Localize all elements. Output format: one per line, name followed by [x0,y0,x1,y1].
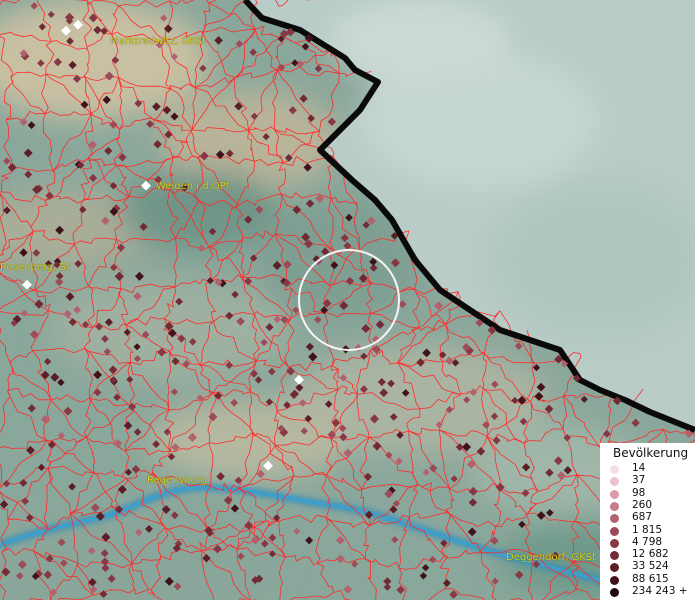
legend-label: 88 615 [632,572,669,585]
legend-swatch [610,501,619,511]
place-label-weiden: Weiden i.d.OPf. [156,181,232,192]
place-label-regensburg: Regensburg [147,475,207,486]
legend-swatch [610,477,619,487]
legend-label: 260 [632,498,653,511]
map-view[interactable]: Marktredwitz, GKSt Weiden i.d.OPf. Rosen… [0,0,695,600]
place-label-deggendorf: Deggendorf, GKSt [506,552,597,563]
legend-swatch [610,563,619,573]
legend-label: 12 682 [632,548,669,561]
legend-label: 98 [632,486,646,499]
legend-label: 4 798 [632,535,663,548]
legend-swatch [610,551,619,561]
place-label-marktredwitz: Marktredwitz, GKSt [110,36,207,47]
legend-label: 687 [632,511,653,524]
legend-title: Bevölkerung [613,446,689,460]
legend-swatch [610,465,619,474]
population-legend: Bevölkerung 14 37 98 260 687 1 815 4 798 12 682… [600,443,695,600]
legend-label: 1 815 [632,523,663,536]
legend-swatch [610,489,619,499]
legend-swatch [610,514,619,524]
legend-label: 14 [632,462,646,474]
legend-swatch [610,526,619,536]
place-label-rosenberg: Rosenberg, St [0,262,70,273]
legend-swatch [610,575,619,585]
legend-swatch [610,588,619,597]
terrain-basemap [0,0,695,600]
legend-label: 33 524 [632,560,669,573]
legend-swatch [610,538,619,548]
legend-label: 37 [632,474,646,487]
legend-label: 234 243 + [632,585,688,597]
